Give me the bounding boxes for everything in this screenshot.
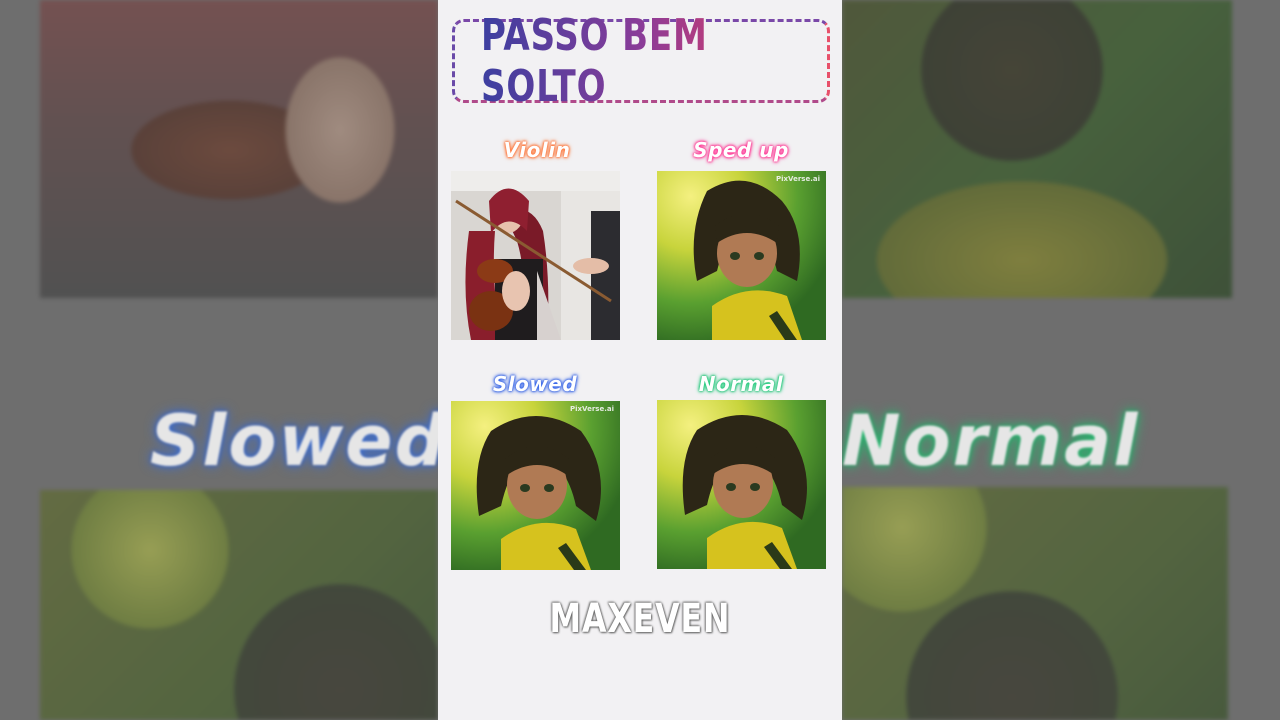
backdrop-slowed-label: Slowed — [150, 400, 438, 482]
video-frame: PASSO BEM SOLTO Violin Sped up PixVerse.… — [438, 0, 842, 720]
violin-label: Violin — [503, 138, 571, 162]
normal-thumbnail[interactable] — [657, 400, 826, 569]
slowed-label: Slowed — [492, 372, 578, 396]
author-name: MAXEVEN — [549, 596, 731, 642]
anime-girl-illustration-icon — [657, 171, 826, 340]
backdrop-anime-image — [40, 490, 438, 720]
anime-girl-illustration-icon — [451, 401, 620, 570]
page-title: PASSO BEM SOLTO — [481, 10, 801, 112]
backdrop-normal-label: Normal — [842, 400, 1140, 482]
right-blurred-backdrop: Normal — [842, 0, 1280, 720]
sped-up-label: Sped up — [693, 138, 789, 162]
normal-label: Normal — [698, 372, 784, 396]
title-frame: PASSO BEM SOLTO — [452, 10, 830, 112]
backdrop-anime-image — [842, 487, 1228, 720]
sped-up-thumbnail[interactable]: PixVerse.ai — [657, 171, 826, 340]
watermark: PixVerse.ai — [776, 175, 820, 183]
anime-girl-illustration-icon — [657, 400, 826, 569]
backdrop-anime-image — [842, 0, 1232, 298]
backdrop-violin-image — [40, 0, 438, 298]
left-blurred-backdrop: Slowed — [0, 0, 438, 720]
watermark: PixVerse.ai — [570, 405, 614, 413]
violin-thumbnail[interactable] — [451, 171, 620, 340]
violin-photo-icon — [451, 171, 620, 340]
slowed-thumbnail[interactable]: PixVerse.ai — [451, 401, 620, 570]
